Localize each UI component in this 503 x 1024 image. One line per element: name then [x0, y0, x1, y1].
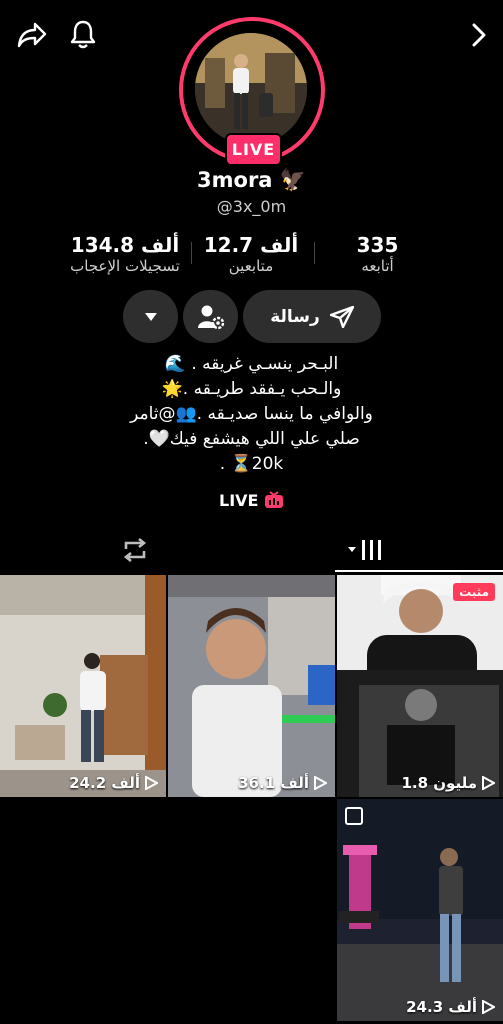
username-handle: @3x_0m: [216, 197, 287, 216]
stat-followers[interactable]: 12.7 ألف متابعين: [196, 233, 306, 275]
view-count-text: 1.8 مليون: [401, 774, 477, 792]
view-count: 24.2 ألف: [69, 774, 158, 792]
video-thumbnail[interactable]: 24.3 ألف: [337, 799, 503, 1021]
tab-reposts[interactable]: [117, 533, 153, 567]
bio-line: والـحب يـفقد طريـقه .🌟: [161, 379, 342, 399]
pinned-badge: مثبت: [453, 583, 495, 601]
avatar[interactable]: [195, 33, 307, 145]
following-count: 335: [356, 233, 399, 257]
multi-photo-icon: [345, 807, 363, 825]
play-icon: [482, 1000, 495, 1014]
bio-line: 20k⏳ .: [219, 454, 284, 474]
notification-bell-icon[interactable]: [66, 16, 100, 52]
video-thumbnail[interactable]: 36.1 ألف: [168, 575, 335, 797]
following-label: أتابعه: [361, 257, 394, 275]
view-count-text: 24.3 ألف: [406, 998, 477, 1016]
tab-videos-grid[interactable]: [344, 533, 390, 567]
stat-likes[interactable]: 134.8 ألف تسجيلات الإعجاب: [60, 233, 190, 275]
live-link[interactable]: LIVE: [219, 488, 289, 512]
stat-following[interactable]: 335 أتابعه: [330, 233, 425, 275]
add-friend-settings-button[interactable]: [183, 290, 238, 343]
likes-count: 134.8 ألف: [70, 233, 180, 257]
stat-divider: [191, 242, 192, 264]
video-thumbnail[interactable]: مثبت 1.8 مليون: [337, 575, 503, 797]
followers-count: 12.7 ألف: [203, 233, 299, 257]
view-count: 1.8 مليون: [401, 774, 495, 792]
display-name: 3mora 🦅: [0, 168, 503, 193]
live-link-label: LIVE: [219, 490, 259, 510]
bio-line: والوافي ما ينسا صديـقه .👥@ثامر: [130, 404, 373, 424]
repost-icon: [123, 537, 147, 563]
more-options-dropdown-button[interactable]: [123, 290, 178, 343]
active-tab-indicator: [335, 570, 503, 572]
grid-dropdown-icon: [348, 540, 381, 560]
chevron-right-icon[interactable]: [464, 20, 494, 50]
bio-line: صلي علي اللي هيشفع فيك🤍.: [143, 429, 360, 449]
likes-label: تسجيلات الإعجاب: [70, 257, 180, 275]
message-button[interactable]: رسالة: [243, 290, 381, 343]
share-icon[interactable]: [14, 18, 50, 52]
eagle-emoji: 🦅: [279, 168, 306, 192]
caret-down-icon: [144, 312, 157, 321]
play-icon: [314, 776, 327, 790]
play-icon: [482, 776, 495, 790]
view-count: 36.1 ألف: [238, 774, 327, 792]
video-thumbnail[interactable]: 24.2 ألف: [0, 575, 166, 797]
play-icon: [145, 776, 158, 790]
view-count: 24.3 ألف: [406, 998, 495, 1016]
view-count-text: 36.1 ألف: [238, 774, 309, 792]
user-settings-icon: [197, 305, 224, 329]
display-name-text: 3mora: [197, 168, 273, 192]
message-button-label: رسالة: [270, 306, 320, 327]
live-tv-icon: [265, 491, 284, 508]
live-badge[interactable]: LIVE: [225, 133, 282, 166]
view-count-text: 24.2 ألف: [69, 774, 140, 792]
followers-label: متابعين: [228, 257, 274, 275]
send-icon: [329, 305, 354, 328]
stat-divider: [314, 242, 315, 264]
bio-line: البـحر ينسـي غريقه . 🌊: [164, 354, 339, 374]
bio: البـحر ينسـي غريقه . 🌊 والـحب يـفقد طريـ…: [0, 352, 503, 477]
